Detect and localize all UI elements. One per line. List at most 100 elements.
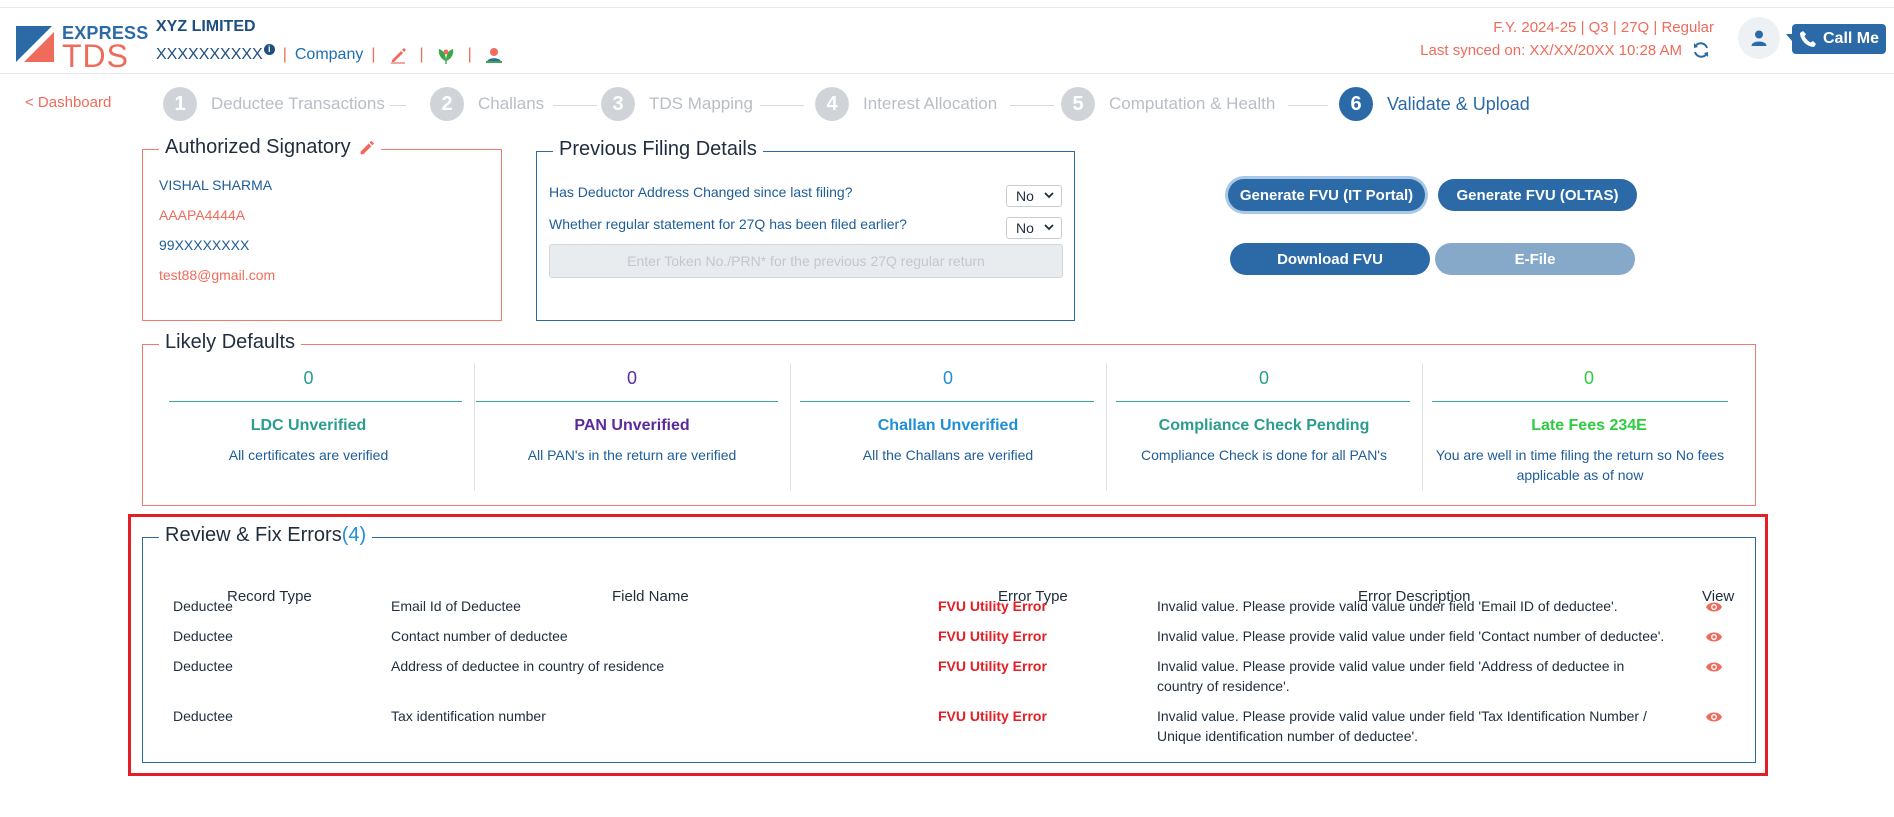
signatory-phone: 99XXXXXXXX (159, 237, 250, 253)
user-icon (1751, 30, 1767, 46)
default-underline (1116, 401, 1410, 402)
row-record-type: Deductee (173, 658, 233, 674)
row-field-name: Address of deductee in country of reside… (391, 658, 665, 674)
phone-icon (1799, 31, 1816, 47)
dashboard-back-link[interactable]: < Dashboard (25, 94, 111, 111)
generate-fvu-it-portal-button[interactable]: Generate FVU (IT Portal) (1228, 179, 1425, 211)
download-fvu-button[interactable]: Download FVU (1230, 243, 1430, 275)
default-underline (476, 401, 778, 402)
company-type-label: Company (294, 46, 364, 63)
step-challans[interactable]: 2 Challans (430, 87, 544, 121)
sync-icon[interactable] (1691, 40, 1711, 60)
previous-filing-panel: Previous Filing Details Has Deductor Add… (536, 138, 1075, 321)
step-connector (553, 105, 597, 106)
step-number: 4 (815, 87, 849, 121)
step-interest-allocation[interactable]: 4 Interest Allocation (815, 87, 997, 121)
row-record-type: Deductee (173, 628, 233, 644)
default-title: PAN Unverified (574, 417, 690, 434)
select-value: No (1016, 220, 1034, 236)
step-connector (1288, 105, 1328, 106)
review-errors-title: Review & Fix Errors (165, 524, 342, 546)
likely-defaults-panel: Likely Defaults 0 LDC Unverified All cer… (142, 331, 1756, 506)
company-pan: XXXXXXXXXX (156, 46, 263, 63)
signatory-email: test88@gmail.com (159, 267, 276, 283)
top-strip (0, 0, 1894, 8)
default-count: 0 (1583, 368, 1594, 388)
company-name: XYZ LIMITED (156, 18, 256, 35)
default-count: 0 (1258, 368, 1269, 388)
e-file-button[interactable]: E-File (1435, 243, 1635, 275)
col-record-type: Record Type (227, 588, 312, 605)
app-header: EXPRESS TDS XYZ LIMITED XXXXXXXXXX i | C… (0, 8, 1894, 74)
default-card-ldc[interactable]: 0 LDC Unverified All certificates are ve… (143, 363, 474, 491)
default-card-late-fees[interactable]: 0 Late Fees 234E You are well in time fi… (1422, 363, 1756, 491)
logo-mark-icon (16, 26, 56, 62)
default-title: Challan Unverified (877, 417, 1019, 434)
pencil-icon[interactable] (357, 139, 375, 157)
default-underline (169, 401, 462, 402)
separator: | (467, 46, 472, 63)
row-record-type: Deductee (173, 598, 233, 614)
likely-defaults-legend: Likely Defaults (159, 331, 302, 354)
eye-icon[interactable] (1705, 600, 1723, 614)
default-underline (1432, 401, 1728, 402)
previous-filing-title: Previous Filing Details (559, 138, 757, 160)
token-number-input[interactable]: Enter Token No./PRN* for the previous 27… (549, 244, 1063, 278)
step-tds-mapping[interactable]: 3 TDS Mapping (601, 87, 753, 121)
default-desc: All certificates are verified (228, 447, 389, 463)
generate-fvu-oltas-button[interactable]: Generate FVU (OLTAS) (1438, 179, 1637, 211)
address-changed-select[interactable]: No (1006, 185, 1062, 207)
step-deductee-transactions[interactable]: 1 Deductee Transactions (163, 87, 385, 121)
company-meta-row: XXXXXXXXXX i | Company | | | (156, 43, 508, 66)
likely-defaults-title: Likely Defaults (165, 331, 296, 353)
step-validate-upload[interactable]: 6 Validate & Upload (1339, 87, 1530, 121)
step-computation-health[interactable]: 5 Computation & Health (1061, 87, 1275, 121)
row-error-type: FVU Utility Error (938, 628, 1047, 644)
row-field-name: Email Id of Deductee (391, 598, 521, 614)
default-desc: All the Challans are verified (862, 447, 1034, 463)
step-number: 2 (430, 87, 464, 121)
regular-statement-question: Whether regular statement for 27Q has be… (549, 216, 907, 232)
express-tds-logo[interactable]: EXPRESS TDS (16, 20, 148, 74)
default-card-challan[interactable]: 0 Challan Unverified All the Challans ar… (790, 363, 1106, 491)
step-label: Interest Allocation (863, 94, 998, 113)
last-synced-text: Last synced on: XX/XX/20XX 10:28 AM (1420, 42, 1682, 59)
default-count: 0 (626, 368, 637, 388)
info-icon[interactable]: i (263, 43, 275, 55)
step-label: Deductee Transactions (211, 94, 385, 113)
signatory-legend: Authorized Signatory (159, 136, 381, 159)
eye-icon[interactable] (1705, 660, 1723, 674)
row-error-description: Invalid value. Please provide valid valu… (1157, 658, 1625, 694)
row-error-description: Invalid value. Please provide valid valu… (1157, 598, 1618, 614)
signatory-pan: AAAPA4444A (159, 207, 246, 223)
regular-statement-select[interactable]: No (1006, 217, 1062, 239)
default-desc: Compliance Check is done for all PAN's (1141, 447, 1387, 463)
row-error-type: FVU Utility Error (938, 658, 1047, 674)
signatory-name: VISHAL SHARMA (159, 177, 273, 193)
step-label: Challans (478, 94, 545, 113)
leaf-icon[interactable] (436, 45, 456, 65)
authorized-signatory-panel: Authorized Signatory VISHAL SHARMA AAAPA… (142, 136, 502, 321)
row-error-type: FVU Utility Error (938, 708, 1047, 724)
eye-icon[interactable] (1705, 630, 1723, 644)
user-badge-icon[interactable] (484, 45, 504, 65)
default-title: Late Fees 234E (1531, 417, 1647, 434)
step-label: Computation & Health (1109, 94, 1276, 113)
pencil-icon[interactable] (388, 45, 408, 65)
call-me-button[interactable]: Call Me (1792, 24, 1886, 54)
default-card-compliance[interactable]: 0 Compliance Check Pending Compliance Ch… (1106, 363, 1422, 491)
default-card-pan[interactable]: 0 PAN Unverified All PAN's in the return… (474, 363, 790, 491)
error-count: (4) (341, 524, 367, 546)
separator: | (419, 46, 424, 63)
row-error-type: FVU Utility Error (938, 598, 1047, 614)
user-avatar[interactable] (1738, 17, 1780, 59)
step-number: 6 (1339, 87, 1373, 121)
step-number: 5 (1061, 87, 1095, 121)
review-errors-legend: Review & Fix Errors (4) (159, 524, 373, 547)
call-me-label: Call Me (1822, 30, 1879, 47)
step-connector (1010, 105, 1054, 106)
col-field-name: Field Name (612, 588, 689, 605)
row-error-description: Invalid value. Please provide valid valu… (1157, 708, 1647, 744)
step-connector (390, 105, 406, 106)
eye-icon[interactable] (1705, 710, 1723, 724)
